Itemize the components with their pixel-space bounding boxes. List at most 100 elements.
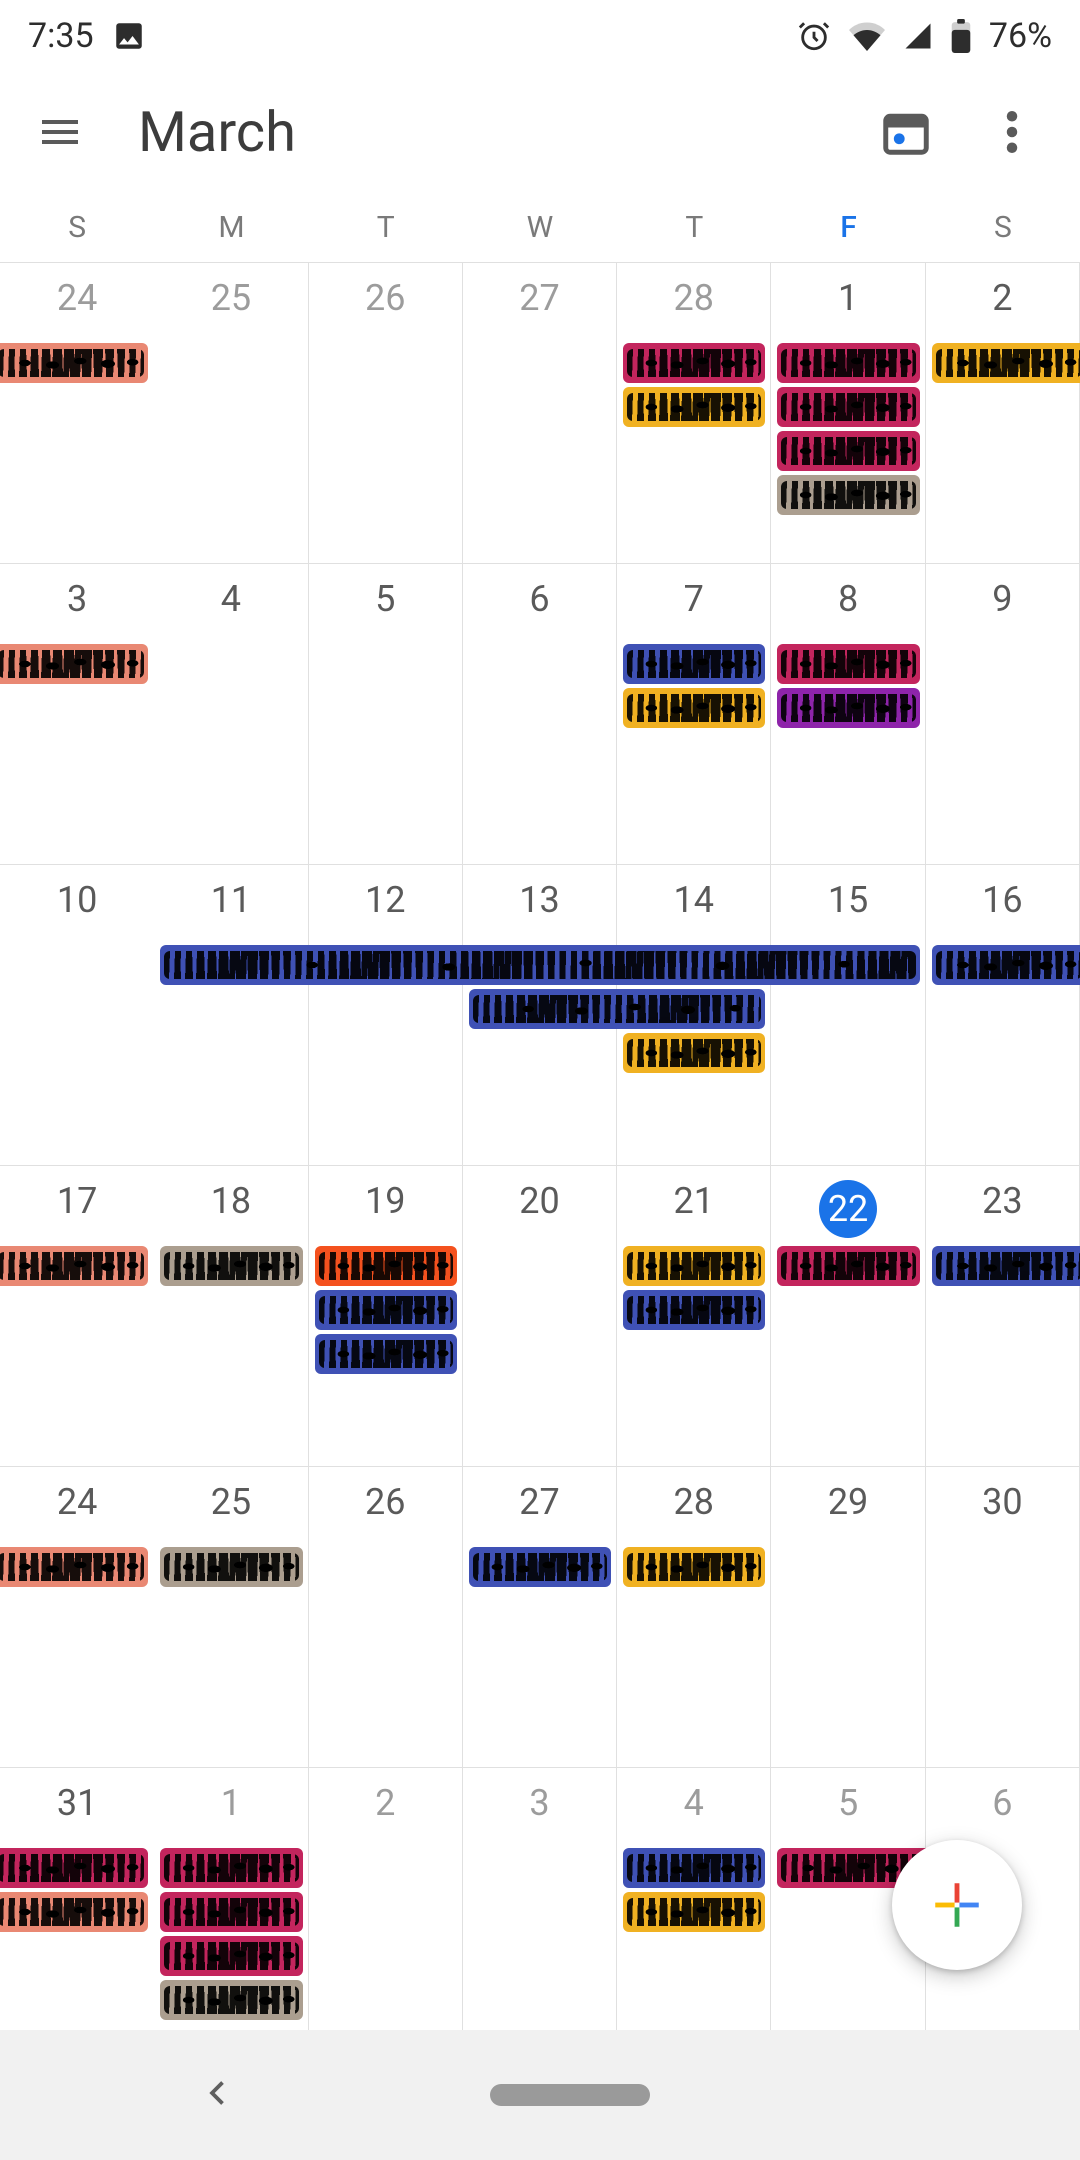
calendar-day[interactable]: 28 [617,1467,771,1767]
create-event-fab[interactable] [892,1840,1022,1970]
calendar-day[interactable]: 12 [309,865,463,1165]
day-number: 31 [0,1782,154,1838]
calendar-event[interactable] [160,1246,302,1286]
calendar-day[interactable]: 29 [771,1467,925,1767]
calendar-event[interactable] [160,945,919,985]
calendar-event[interactable] [623,688,765,728]
calendar-event[interactable] [623,1290,765,1330]
calendar-day[interactable]: 3 [0,564,154,864]
calendar-day[interactable]: 24 [0,1467,154,1767]
day-number: 1 [771,277,924,333]
calendar-event[interactable] [0,1246,148,1286]
calendar-event[interactable] [160,1892,302,1932]
calendar-event[interactable] [623,1246,765,1286]
calendar-day[interactable]: 25 [154,1467,308,1767]
day-number: 3 [0,578,154,634]
day-number: 10 [0,879,154,935]
calendar-day[interactable]: 9 [926,564,1080,864]
month-grid: 2425262728123456789101112131415161718192… [0,262,1080,2069]
calendar-event[interactable] [0,1892,148,1932]
calendar-event[interactable] [623,1547,765,1587]
calendar-event[interactable] [160,1848,302,1888]
calendar-event[interactable] [777,387,919,427]
calendar-day[interactable]: 6 [463,564,617,864]
calendar-event[interactable] [160,1547,302,1587]
calendar-event[interactable] [160,1936,302,1976]
day-number: 6 [926,1782,1079,1838]
calendar-event[interactable] [932,1246,1080,1286]
day-number: 26 [309,1481,462,1537]
calendar-event[interactable] [0,644,148,684]
app-bar: March [0,72,1080,192]
page-title[interactable]: March [138,99,828,165]
calendar-day[interactable]: 15 [771,865,925,1165]
calendar-event[interactable] [777,475,919,515]
day-number: 6 [463,578,616,634]
dow-label: S [0,192,154,262]
calendar-day[interactable]: 26 [309,263,463,563]
calendar-week: 24252627282930 [0,1467,1080,1768]
day-number: 2 [309,1782,462,1838]
calendar-day[interactable]: 17 [0,1166,154,1466]
day-of-week-header: SMTWTFS [0,192,1080,262]
alarm-icon [797,19,831,53]
menu-button[interactable] [28,100,92,164]
calendar-event[interactable] [623,1892,765,1932]
day-number: 18 [154,1180,307,1236]
calendar-day[interactable]: 16 [926,865,1080,1165]
calendar-event[interactable] [623,1033,765,1073]
calendar-day[interactable]: 25 [154,263,308,563]
calendar-event[interactable] [315,1334,457,1374]
calendar-event[interactable] [777,644,919,684]
calendar-day[interactable]: 11 [154,865,308,1165]
day-number: 5 [771,1782,924,1838]
calendar-event[interactable] [469,1547,611,1587]
calendar-event[interactable] [160,1980,302,2020]
calendar-event[interactable] [932,945,1080,985]
day-number: 5 [309,578,462,634]
calendar-day[interactable]: 24 [0,263,154,563]
calendar-week: 242526272812 [0,263,1080,564]
calendar-event[interactable] [0,1848,148,1888]
calendar-event[interactable] [623,644,765,684]
calendar-event[interactable] [932,343,1080,383]
calendar-event[interactable] [315,1290,457,1330]
calendar-day[interactable]: 3 [463,1768,617,2069]
calendar-event[interactable] [777,1246,919,1286]
calendar-day[interactable]: 4 [154,564,308,864]
back-button[interactable] [200,2075,236,2115]
calendar-event[interactable] [469,989,766,1029]
day-number: 27 [463,277,616,333]
calendar-event[interactable] [623,1848,765,1888]
day-number: 25 [154,1481,307,1537]
calendar-event[interactable] [623,343,765,383]
calendar-day[interactable]: 18 [154,1166,308,1466]
day-number: 20 [463,1180,616,1236]
dow-label: T [617,192,771,262]
calendar-day[interactable]: 22 [771,1166,925,1466]
calendar-event[interactable] [777,688,919,728]
day-number: 8 [771,578,924,634]
calendar-day[interactable]: 27 [463,1467,617,1767]
calendar-day[interactable]: 2 [309,1768,463,2069]
calendar-day[interactable]: 20 [463,1166,617,1466]
home-gesture-pill[interactable] [490,2084,650,2106]
calendar-event[interactable] [315,1246,457,1286]
calendar-day[interactable]: 2 [926,263,1080,563]
day-number: 22 [819,1180,877,1238]
day-number: 12 [309,879,462,935]
calendar-event[interactable] [777,343,919,383]
overflow-button[interactable] [980,100,1044,164]
calendar-day[interactable]: 5 [309,564,463,864]
calendar-event[interactable] [0,343,148,383]
calendar-day[interactable]: 26 [309,1467,463,1767]
calendar-day[interactable]: 30 [926,1467,1080,1767]
calendar-day[interactable]: 10 [0,865,154,1165]
calendar-day[interactable]: 23 [926,1166,1080,1466]
today-button[interactable] [874,100,938,164]
day-number: 25 [154,277,307,333]
calendar-event[interactable] [777,431,919,471]
calendar-event[interactable] [0,1547,148,1587]
calendar-day[interactable]: 27 [463,263,617,563]
calendar-event[interactable] [623,387,765,427]
